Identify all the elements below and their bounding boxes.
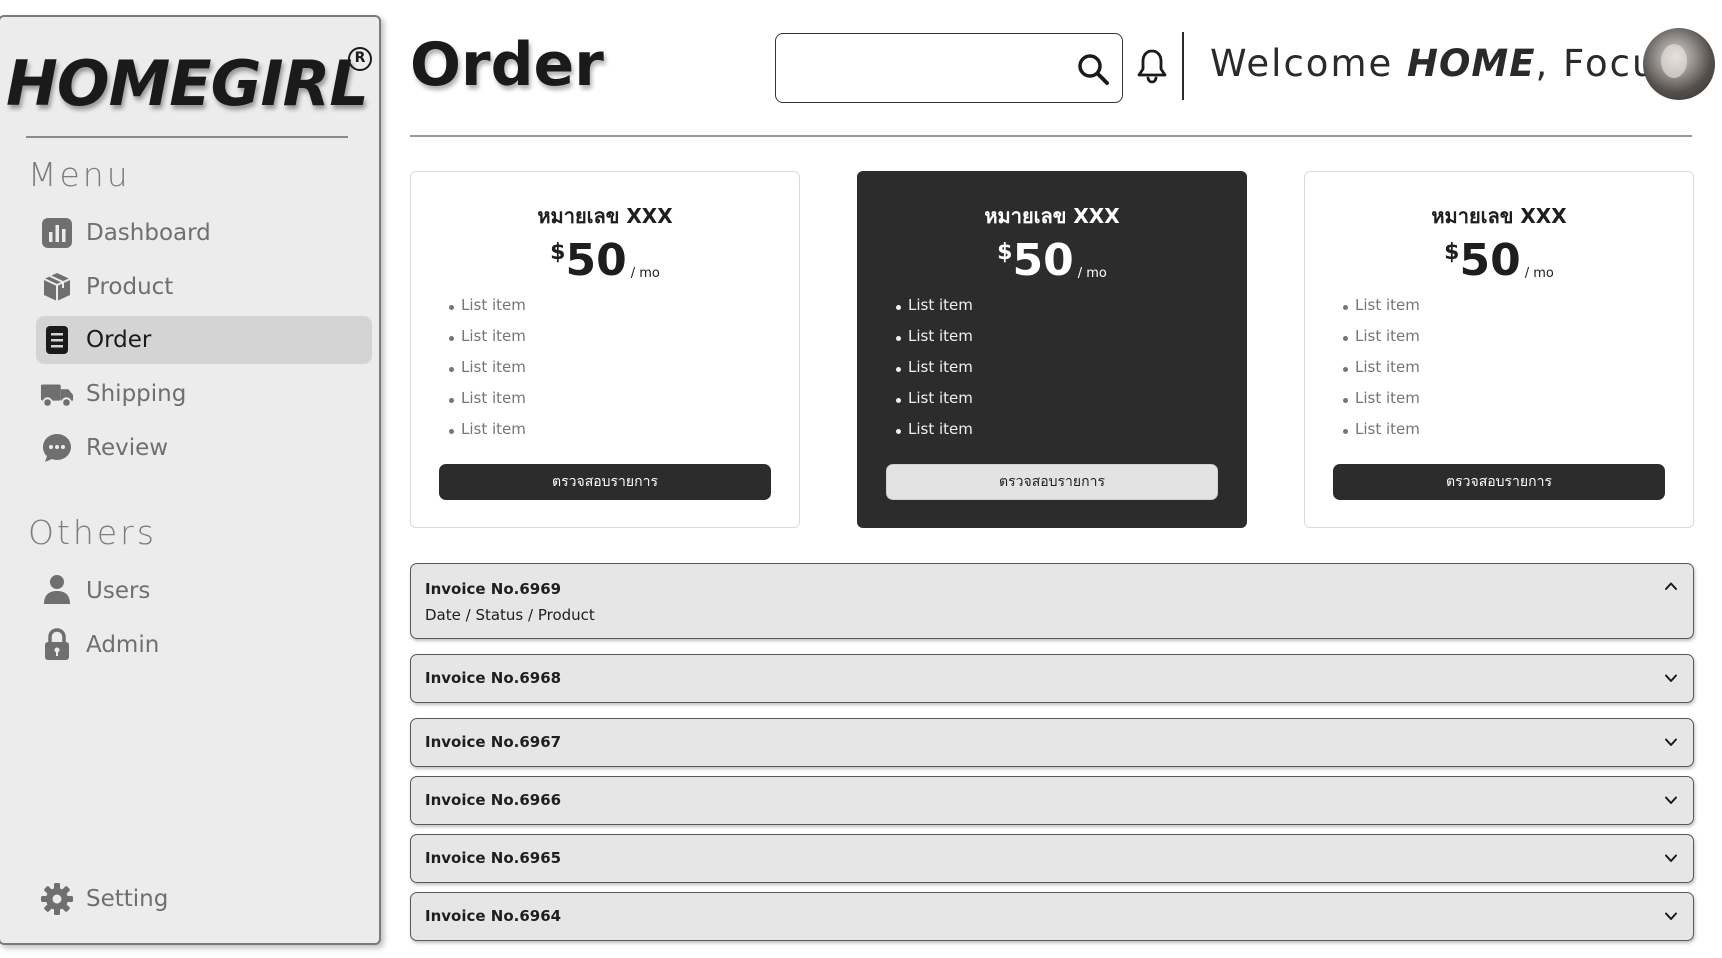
- list-item: List item: [896, 389, 973, 420]
- list-item: List item: [896, 420, 973, 451]
- price-period: / mo: [1077, 266, 1107, 281]
- list-item: List item: [449, 296, 526, 327]
- price-currency: $: [550, 240, 566, 265]
- check-items-button[interactable]: ตรวจสอบรายการ: [886, 464, 1218, 500]
- list-item: List item: [1343, 358, 1420, 389]
- sidebar-item-label: Review: [86, 435, 169, 461]
- list-item: List item: [449, 389, 526, 420]
- sidebar-item-label: Dashboard: [86, 220, 211, 246]
- list-item: List item: [1343, 327, 1420, 358]
- chat-bubble-icon: [40, 431, 74, 465]
- invoice-title: Invoice No.6964: [425, 907, 562, 925]
- box-icon: [40, 270, 74, 304]
- invoice-title: Invoice No.6968: [425, 669, 562, 687]
- invoice-accordion[interactable]: Invoice No.6966: [410, 776, 1694, 825]
- chevron-up-icon[interactable]: [1663, 578, 1679, 594]
- price-amount: 50: [565, 235, 627, 286]
- sidebar: HOMEGIRL R Menu Dashboard Product Order …: [0, 15, 381, 945]
- sidebar-item-label: Setting: [86, 886, 169, 912]
- feature-list: List item List item List item List item …: [1343, 296, 1420, 451]
- welcome-prefix: Welcome: [1210, 42, 1408, 85]
- list-item: List item: [896, 296, 973, 327]
- list-item: List item: [1343, 389, 1420, 420]
- invoice-accordion[interactable]: Invoice No.6964: [410, 892, 1694, 941]
- invoice-title: Invoice No.6967: [425, 733, 562, 751]
- sidebar-item-shipping[interactable]: Shipping: [36, 370, 372, 418]
- list-item: List item: [449, 420, 526, 451]
- truck-icon: [40, 377, 74, 411]
- price-currency: $: [997, 240, 1013, 265]
- document-icon: [40, 323, 74, 357]
- sidebar-item-users[interactable]: Users: [36, 567, 372, 615]
- chevron-down-icon[interactable]: [1663, 792, 1679, 808]
- sidebar-item-label: Order: [86, 327, 152, 353]
- list-item: List item: [896, 327, 973, 358]
- sidebar-item-label: Product: [86, 274, 174, 300]
- invoice-accordion[interactable]: Invoice No.6965: [410, 834, 1694, 883]
- invoice-accordion[interactable]: Invoice No.6968: [410, 654, 1694, 703]
- gear-icon: [40, 882, 74, 916]
- search-input[interactable]: [788, 46, 1058, 90]
- header-divider: [1182, 32, 1184, 100]
- pricing-card-featured: หมายเลข XXX $ 50 / mo List item List ite…: [857, 171, 1247, 528]
- sidebar-item-setting[interactable]: Setting: [36, 875, 372, 923]
- check-items-button[interactable]: ตรวจสอบรายการ: [439, 464, 771, 500]
- user-icon: [40, 574, 74, 608]
- menu-section-title: Menu: [28, 155, 131, 194]
- list-item: List item: [1343, 296, 1420, 327]
- registered-mark: R: [348, 47, 372, 71]
- avatar[interactable]: [1643, 28, 1715, 100]
- invoice-title: Invoice No.6966: [425, 791, 562, 809]
- invoice-details: Date / Status / Product: [425, 606, 595, 624]
- welcome-message: Welcome HOME, Focus: [1210, 42, 1679, 85]
- pricing-card: หมายเลข XXX $ 50 / mo List item List ite…: [410, 171, 800, 528]
- search-icon[interactable]: [1076, 52, 1110, 86]
- invoice-accordion[interactable]: Invoice No.6967: [410, 718, 1694, 767]
- sidebar-item-order[interactable]: Order: [36, 316, 372, 364]
- price-amount: 50: [1459, 235, 1521, 286]
- sidebar-item-review[interactable]: Review: [36, 424, 372, 472]
- sidebar-item-label: Shipping: [86, 381, 187, 407]
- price: $ 50 / mo: [858, 236, 1246, 286]
- chevron-down-icon[interactable]: [1663, 850, 1679, 866]
- price-amount: 50: [1012, 235, 1074, 286]
- price-period: / mo: [630, 266, 660, 281]
- sidebar-item-label: Admin: [86, 632, 160, 658]
- chevron-down-icon[interactable]: [1663, 734, 1679, 750]
- card-title: หมายเลข XXX: [984, 204, 1120, 228]
- invoice-accordion-expanded[interactable]: Invoice No.6969 Date / Status / Product: [410, 563, 1694, 639]
- others-section-title: Others: [28, 513, 157, 552]
- page-title: Order: [410, 30, 604, 100]
- pricing-card: หมายเลข XXX $ 50 / mo List item List ite…: [1304, 171, 1694, 528]
- sidebar-item-product[interactable]: Product: [36, 263, 372, 311]
- lock-icon: [40, 628, 74, 662]
- search-box[interactable]: [775, 33, 1123, 103]
- card-title: หมายเลข XXX: [537, 204, 673, 228]
- bar-chart-icon: [40, 216, 74, 250]
- invoice-title: Invoice No.6965: [425, 849, 562, 867]
- list-item: List item: [449, 358, 526, 389]
- sidebar-item-dashboard[interactable]: Dashboard: [36, 209, 372, 257]
- list-item: List item: [1343, 420, 1420, 451]
- sidebar-divider: [26, 136, 348, 138]
- card-title: หมายเลข XXX: [1431, 204, 1567, 228]
- feature-list: List item List item List item List item …: [896, 296, 973, 451]
- price: $ 50 / mo: [411, 236, 799, 286]
- brand-logo[interactable]: HOMEGIRL: [6, 47, 369, 120]
- list-item: List item: [896, 358, 973, 389]
- list-item: List item: [449, 327, 526, 358]
- bell-icon[interactable]: [1136, 48, 1168, 84]
- feature-list: List item List item List item List item …: [449, 296, 526, 451]
- invoice-title: Invoice No.6969: [425, 580, 562, 598]
- chevron-down-icon[interactable]: [1663, 908, 1679, 924]
- check-items-button[interactable]: ตรวจสอบรายการ: [1333, 464, 1665, 500]
- price-period: / mo: [1524, 266, 1554, 281]
- chevron-down-icon[interactable]: [1663, 670, 1679, 686]
- header-divider-line: [410, 135, 1692, 137]
- sidebar-item-label: Users: [86, 578, 151, 604]
- price: $ 50 / mo: [1305, 236, 1693, 286]
- price-currency: $: [1444, 240, 1460, 265]
- welcome-brand: HOME: [1407, 42, 1536, 85]
- sidebar-item-admin[interactable]: Admin: [36, 621, 372, 669]
